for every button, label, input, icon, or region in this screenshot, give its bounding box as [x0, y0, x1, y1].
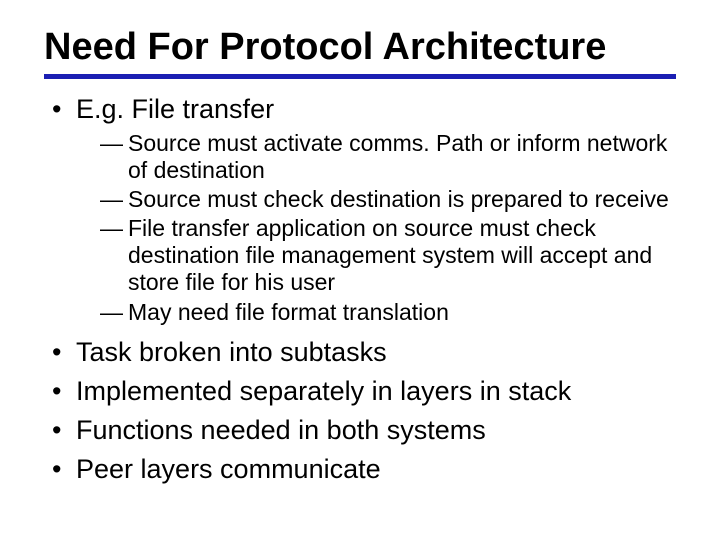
bullet-text: Peer layers communicate: [76, 454, 381, 484]
sub-bullet-text: May need file format translation: [128, 299, 449, 325]
bullet-item: Peer layers communicate: [48, 453, 676, 486]
sub-bullet-list: Source must activate comms. Path or info…: [76, 130, 676, 326]
sub-bullet-item: Source must activate comms. Path or info…: [100, 130, 676, 184]
sub-bullet-text: File transfer application on source must…: [128, 215, 652, 295]
slide-title: Need For Protocol Architecture: [44, 28, 676, 68]
sub-bullet-text: Source must activate comms. Path or info…: [128, 130, 667, 183]
bullet-item: E.g. File transfer Source must activate …: [48, 93, 676, 326]
bullet-item: Implemented separately in layers in stac…: [48, 375, 676, 408]
sub-bullet-item: May need file format translation: [100, 299, 676, 326]
title-underline: [44, 74, 676, 79]
sub-bullet-text: Source must check destination is prepare…: [128, 186, 669, 212]
slide: Need For Protocol Architecture E.g. File…: [0, 0, 720, 540]
bullet-item: Functions needed in both systems: [48, 414, 676, 447]
bullet-text: E.g. File transfer: [76, 94, 274, 124]
bullet-text: Functions needed in both systems: [76, 415, 486, 445]
bullet-list: E.g. File transfer Source must activate …: [44, 93, 676, 486]
sub-bullet-item: File transfer application on source must…: [100, 215, 676, 296]
bullet-text: Implemented separately in layers in stac…: [76, 376, 571, 406]
bullet-item: Task broken into subtasks: [48, 336, 676, 369]
sub-bullet-item: Source must check destination is prepare…: [100, 186, 676, 213]
bullet-text: Task broken into subtasks: [76, 337, 387, 367]
